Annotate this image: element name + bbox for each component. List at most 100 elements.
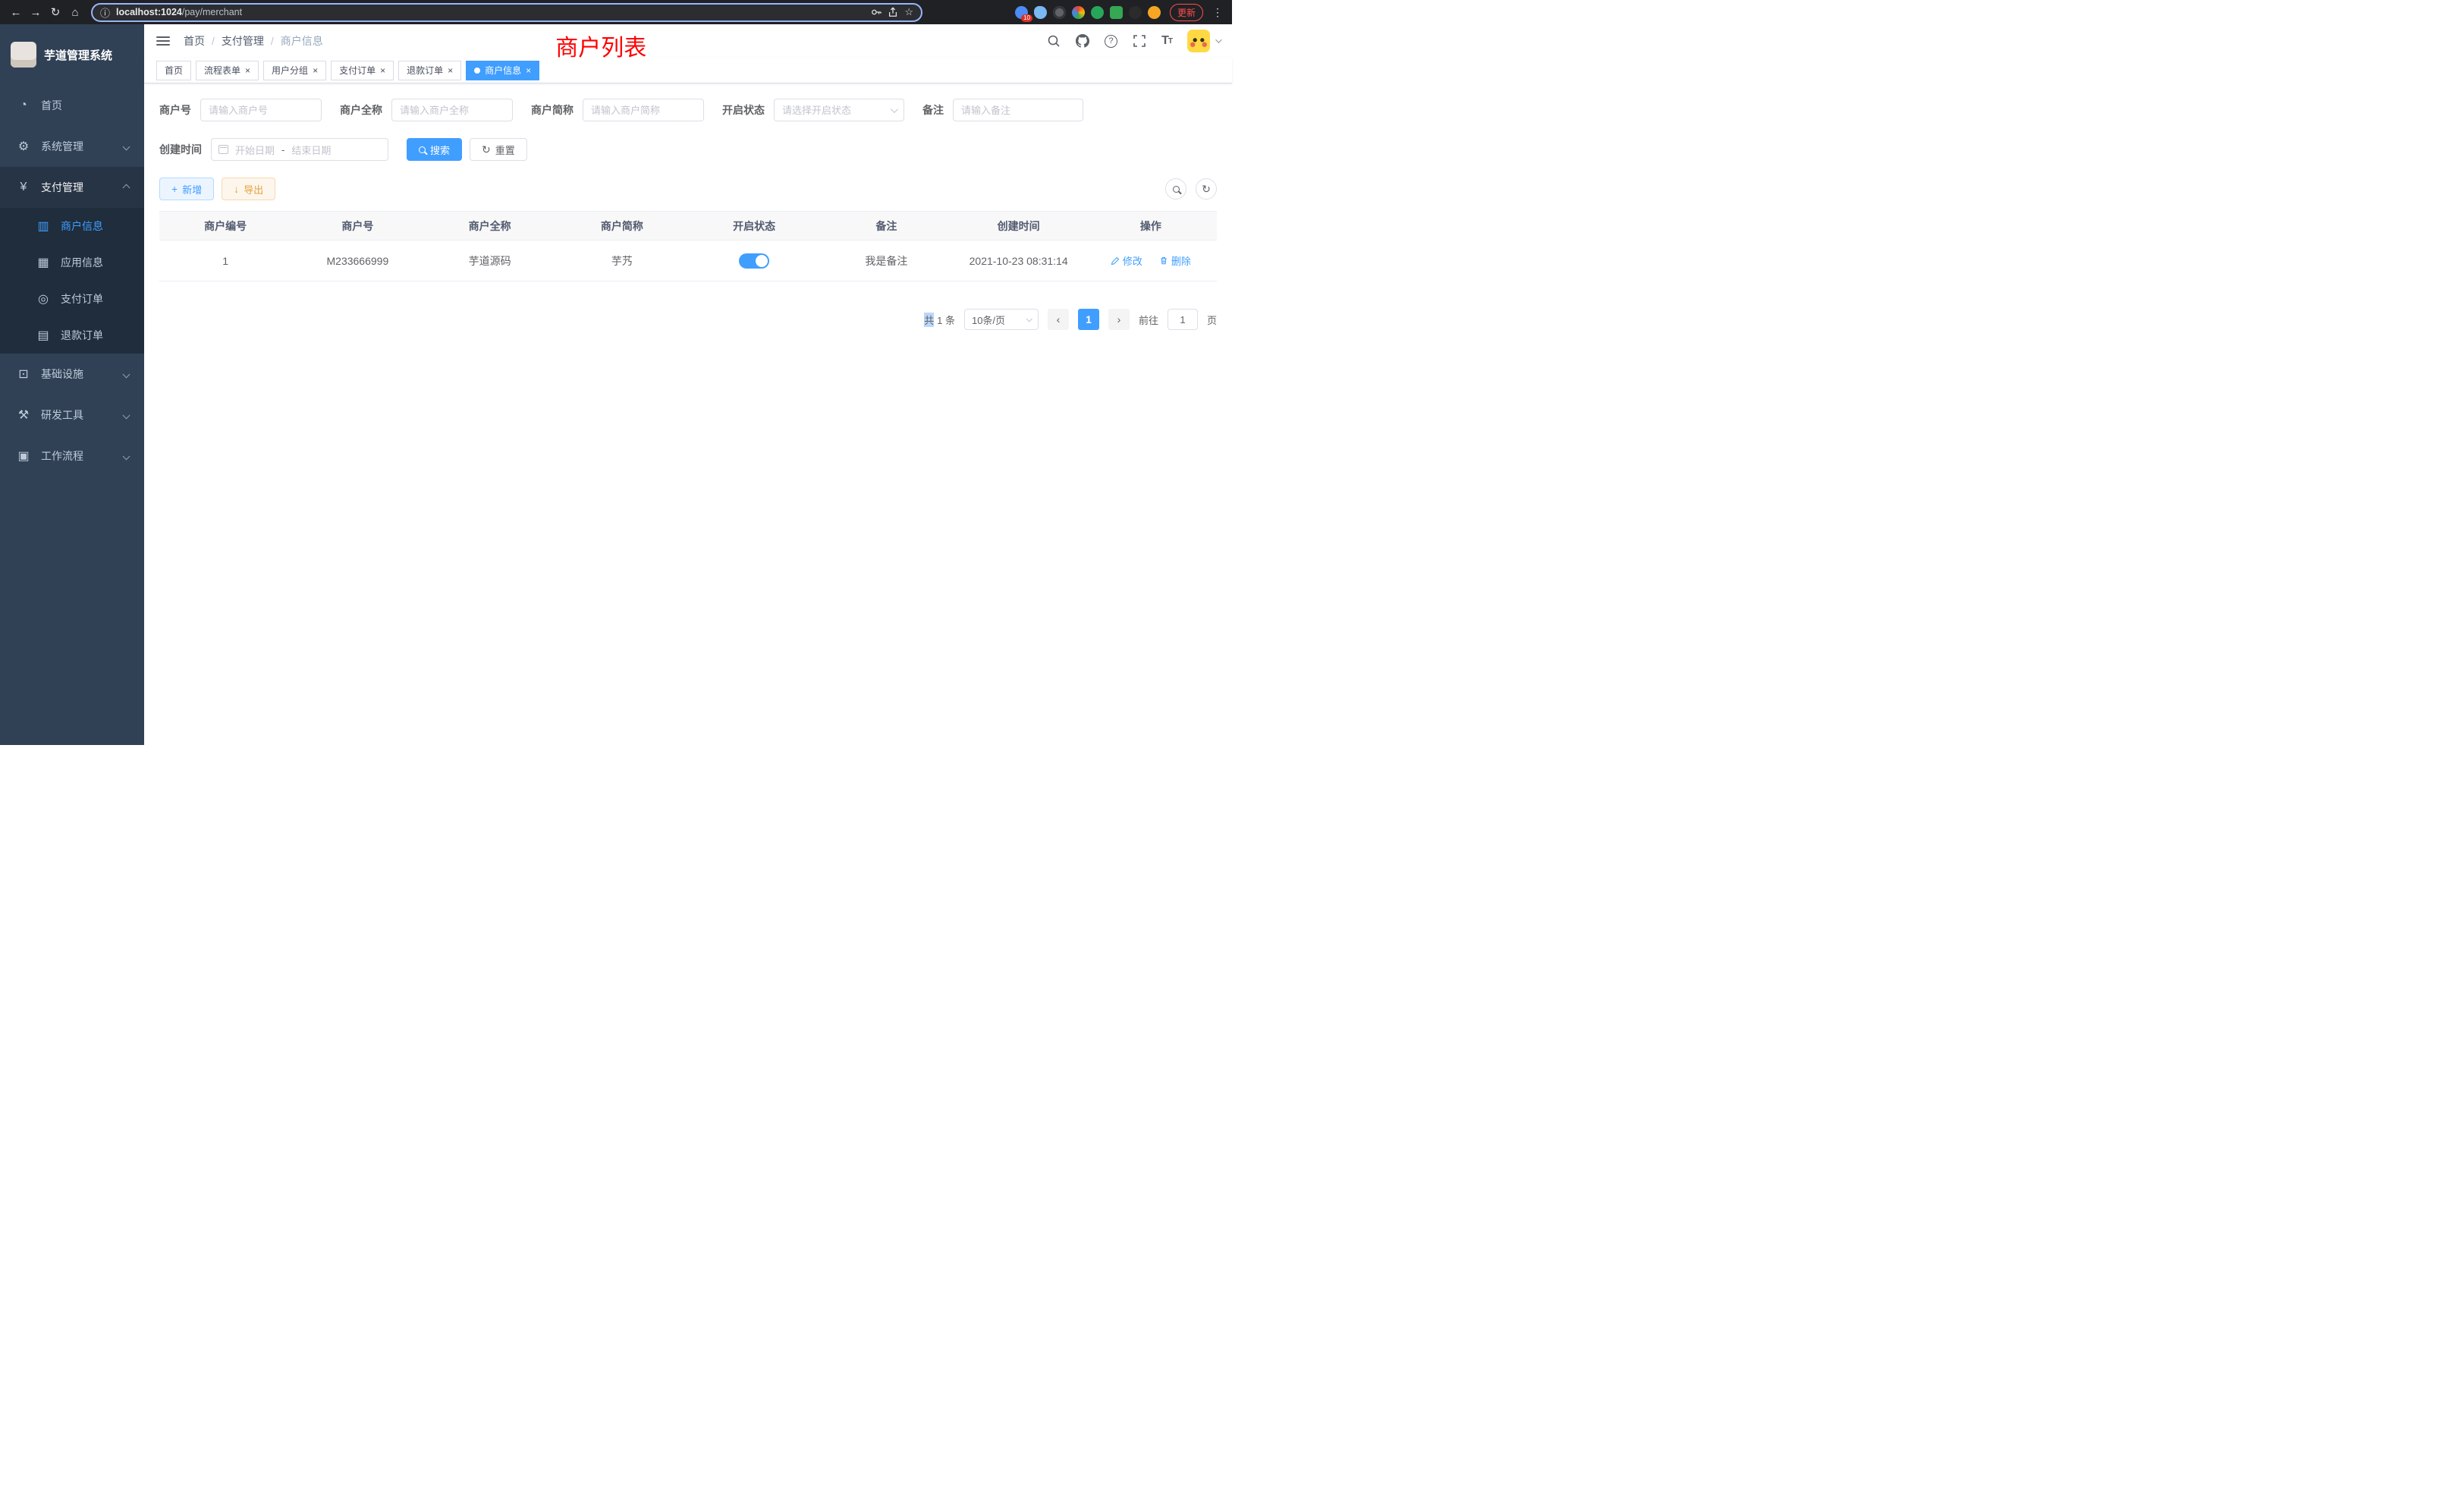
col-actions: 操作: [1085, 212, 1217, 240]
toggle-search-button[interactable]: [1165, 178, 1186, 200]
export-button[interactable]: ↓ 导出: [222, 178, 275, 200]
card-icon: ▥: [35, 218, 52, 234]
chevron-down-icon: [123, 452, 130, 460]
close-icon[interactable]: ×: [526, 66, 531, 75]
reset-button[interactable]: ↻ 重置: [470, 138, 527, 161]
extension-icon-color[interactable]: [1072, 6, 1085, 19]
extension-icon-dark[interactable]: [1129, 6, 1142, 19]
status-select-input[interactable]: [774, 99, 904, 121]
next-page-button[interactable]: ›: [1108, 309, 1130, 330]
navbar-actions: ? TT: [1047, 30, 1220, 52]
tab-process-form[interactable]: 流程表单 ×: [196, 61, 259, 80]
sidebar-item-devtools[interactable]: ⚒ 研发工具: [0, 395, 144, 435]
github-icon[interactable]: [1076, 34, 1089, 48]
col-remark: 备注: [820, 212, 952, 240]
page-size-select[interactable]: 10条/页: [964, 309, 1039, 330]
refresh-table-button[interactable]: ↻: [1196, 178, 1217, 200]
short-name-input[interactable]: [583, 99, 704, 121]
address-bar[interactable]: ⓘ localhost:1024/pay/merchant ☆: [91, 3, 922, 22]
extension-icon-ring[interactable]: [1053, 6, 1066, 19]
chevron-down-icon: [123, 411, 130, 419]
close-icon[interactable]: ×: [245, 66, 250, 75]
tab-pay-order[interactable]: 支付订单 ×: [331, 61, 394, 80]
font-size-icon[interactable]: TT: [1161, 34, 1172, 48]
sidebar-item-app-info[interactable]: ▦ 应用信息: [0, 244, 144, 281]
tab-refund-order[interactable]: 退款订单 ×: [398, 61, 461, 80]
col-merchant-id: 商户编号: [159, 212, 291, 240]
user-menu[interactable]: [1187, 30, 1220, 52]
tab-user-group[interactable]: 用户分组 ×: [263, 61, 326, 80]
tab-merchant-info[interactable]: 商户信息 ×: [466, 61, 539, 80]
browser-chrome: ← → ↻ ⌂ ⓘ localhost:1024/pay/merchant ☆ …: [0, 0, 1232, 24]
sidebar-item-infrastructure[interactable]: ⊡ 基础设施: [0, 354, 144, 395]
browser-home-button[interactable]: ⌂: [65, 2, 85, 22]
main-area: 首页 / 支付管理 / 商户信息 ? TT: [144, 24, 1232, 745]
page-1-button[interactable]: 1: [1078, 309, 1099, 330]
sidebar-item-refund-order[interactable]: ▤ 退款订单: [0, 317, 144, 354]
chevron-down-icon: [123, 143, 130, 150]
search-icon: [419, 146, 426, 153]
breadcrumb-item-payment[interactable]: 支付管理: [222, 33, 264, 49]
table-header-row: 商户编号 商户号 商户全称 商户简称 开启状态 备注 创建时间 操作: [159, 212, 1217, 240]
extension-icon-pinned[interactable]: 10: [1015, 6, 1028, 19]
password-key-icon[interactable]: [871, 7, 882, 17]
browser-menu-icon[interactable]: ⋮: [1209, 6, 1226, 19]
toolbox-icon: ⚒: [15, 407, 32, 423]
cell-merchant-no: M233666999: [291, 240, 423, 281]
merchant-no-input[interactable]: [200, 99, 322, 121]
prev-page-button[interactable]: ‹: [1048, 309, 1069, 330]
calendar-icon: [218, 145, 228, 154]
pagination-total-highlighted: 共: [924, 313, 934, 327]
active-tab-dot: [474, 68, 480, 74]
date-range-picker[interactable]: 开始日期 - 结束日期: [211, 138, 388, 161]
edit-link[interactable]: 修改: [1111, 253, 1142, 268]
sidebar-item-home[interactable]: ◔ 首页: [0, 85, 144, 126]
fullscreen-icon[interactable]: [1133, 34, 1146, 48]
tab-label: 流程表单: [204, 64, 240, 77]
grid-icon: ▦: [35, 255, 52, 270]
sidebar-item-system[interactable]: ⚙ 系统管理: [0, 126, 144, 167]
browser-forward-button[interactable]: →: [26, 2, 46, 22]
sidebar-item-merchant-info[interactable]: ▥ 商户信息: [0, 208, 144, 244]
status-select[interactable]: [774, 99, 904, 121]
search-icon[interactable]: [1047, 34, 1061, 48]
yen-icon: ¥: [15, 181, 32, 194]
goto-page-input[interactable]: [1168, 309, 1198, 330]
close-icon[interactable]: ×: [448, 66, 453, 75]
full-name-input[interactable]: [391, 99, 513, 121]
browser-update-button[interactable]: 更新: [1170, 4, 1203, 21]
close-icon[interactable]: ×: [380, 66, 385, 75]
sidebar-item-label: 商户信息: [61, 218, 129, 234]
app-logo[interactable]: 芋道管理系统: [0, 24, 144, 85]
sidebar-collapse-icon[interactable]: [156, 36, 170, 46]
browser-refresh-button[interactable]: ↻: [46, 2, 65, 22]
search-button[interactable]: 搜索: [407, 138, 462, 161]
sidebar-item-workflow[interactable]: ▣ 工作流程: [0, 435, 144, 476]
extension-icon-book[interactable]: [1110, 6, 1123, 19]
remark-input[interactable]: [953, 99, 1083, 121]
browser-back-button[interactable]: ←: [6, 2, 26, 22]
status-toggle[interactable]: [739, 253, 769, 269]
browser-extensions-area: 10 更新 ⋮: [932, 4, 1226, 21]
share-icon[interactable]: [888, 7, 898, 17]
close-icon[interactable]: ×: [313, 66, 318, 75]
filter-row-1: 商户号 商户全称 商户简称 开启状态: [159, 99, 1217, 121]
extension-icon-green[interactable]: [1091, 6, 1104, 19]
help-icon[interactable]: ?: [1105, 35, 1117, 48]
tab-home[interactable]: 首页: [156, 61, 191, 80]
delete-link[interactable]: 删除: [1159, 253, 1191, 268]
navbar: 首页 / 支付管理 / 商户信息 ? TT: [144, 24, 1232, 58]
breadcrumb-item-home[interactable]: 首页: [184, 33, 205, 49]
sidebar-item-pay-order[interactable]: ◎ 支付订单: [0, 281, 144, 317]
cell-short-name: 芋艿: [556, 240, 688, 281]
add-button[interactable]: + 新增: [159, 178, 214, 200]
sidebar-item-payment[interactable]: ¥ 支付管理: [0, 167, 144, 208]
table-toolbar: + 新增 ↓ 导出 ↻: [159, 178, 1217, 200]
filter-label: 商户简称: [531, 102, 574, 118]
browser-profile-avatar[interactable]: [1148, 6, 1161, 19]
site-info-icon[interactable]: ⓘ: [100, 5, 110, 20]
filter-label: 商户号: [159, 102, 191, 118]
bookmark-star-icon[interactable]: ☆: [904, 6, 913, 18]
extension-icon-drop[interactable]: [1034, 6, 1047, 19]
search-icon: [1173, 186, 1180, 193]
